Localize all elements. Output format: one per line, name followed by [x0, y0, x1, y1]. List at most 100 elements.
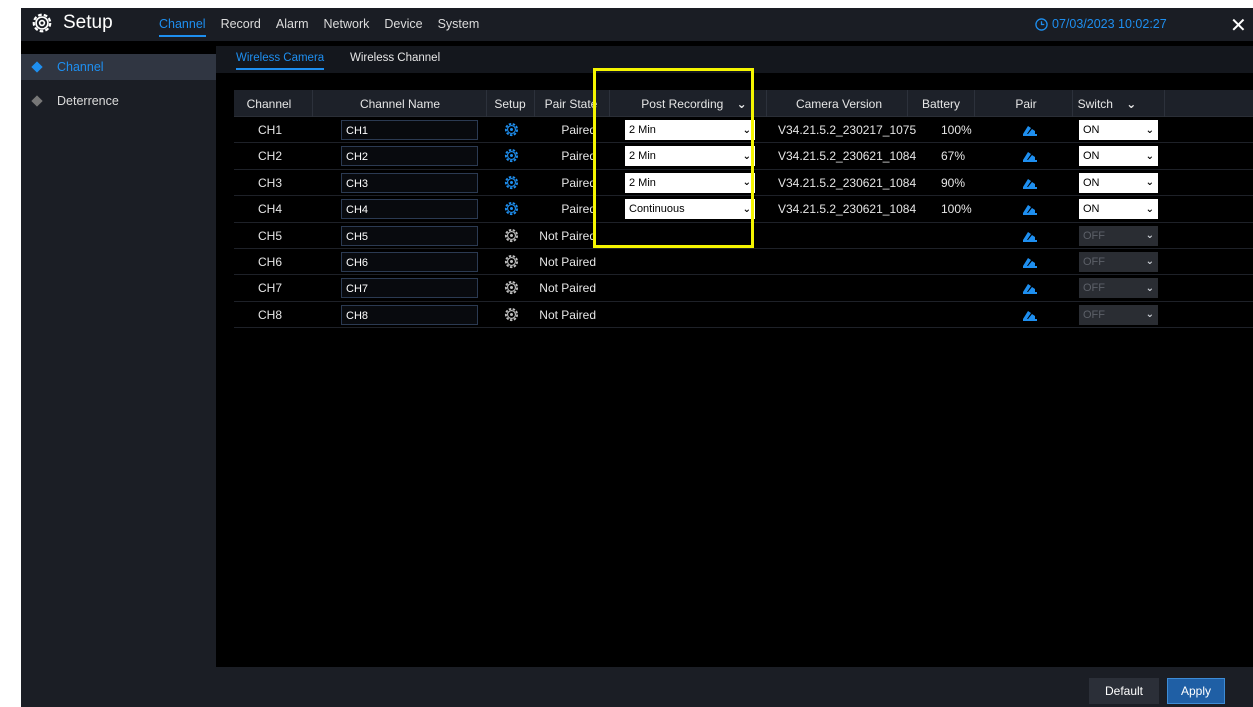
- channel-name-input[interactable]: CH2: [341, 146, 478, 167]
- camera-pair-icon[interactable]: [1022, 149, 1038, 163]
- top-nav: Channel Record Alarm Network Device System: [159, 17, 494, 37]
- camera-pair-icon[interactable]: [1022, 176, 1038, 189]
- column-divider: [486, 90, 487, 117]
- sidebar-item-label: Deterrence: [57, 94, 119, 108]
- column-divider: [766, 90, 767, 117]
- channel-name-input[interactable]: CH1: [341, 120, 478, 140]
- tab-wireless-camera[interactable]: Wireless Camera: [236, 52, 325, 70]
- battery-cell: 67%: [941, 149, 966, 164]
- column-header-label: Camera Version: [795, 97, 883, 111]
- camera-pair-icon[interactable]: [1022, 123, 1038, 136]
- post-recording-dropdown[interactable]: 2 Min ⌄: [625, 120, 755, 140]
- switch-dropdown: OFF ⌄: [1079, 278, 1158, 299]
- switch-dropdown[interactable]: ON ⌄: [1079, 199, 1158, 220]
- post-recording-dropdown[interactable]: 2 Min ⌄: [625, 146, 755, 167]
- chevron-down-icon: ⌄: [1122, 97, 1137, 111]
- channel-name-input[interactable]: CH7: [341, 278, 478, 299]
- close-icon[interactable]: ✕: [1230, 13, 1247, 38]
- column-header-label: Switch: [1077, 97, 1113, 111]
- tab-wireless-channel[interactable]: Wireless Channel: [350, 52, 440, 64]
- apply-button[interactable]: Apply: [1167, 678, 1225, 704]
- chevron-down-icon: ⌄: [1145, 124, 1154, 136]
- pair-state-cell: Paired: [561, 123, 596, 137]
- table-row: CH1 CH1 Paired 2 Min ⌄ V34.21.5.2_230217_1075…: [234, 117, 1253, 144]
- setup-gear-icon[interactable]: [504, 280, 519, 295]
- post-recording-value: 2 Min: [629, 124, 656, 136]
- column-header-channel: Channel: [209, 97, 329, 111]
- nav-tab-system[interactable]: System: [438, 17, 480, 37]
- chevron-down-icon: ⌄: [1145, 256, 1154, 268]
- chevron-down-icon: ⌄: [742, 177, 751, 189]
- sidebar-item-channel[interactable]: Channel: [21, 54, 216, 80]
- setup-gear-icon[interactable]: [504, 307, 519, 322]
- column-header-label: Battery: [921, 97, 960, 111]
- table-header: Channel Channel Name Setup Pair State Post R…: [234, 90, 1253, 117]
- switch-dropdown: OFF ⌄: [1079, 251, 1158, 272]
- column-header-label: Channel: [246, 97, 292, 111]
- camera-version-cell: V34.21.5.2_230621_1084: [778, 175, 917, 190]
- datetime-display: 07/03/2023 10:02:27: [1035, 17, 1167, 31]
- switch-value: OFF: [1083, 229, 1105, 242]
- setup-gear-icon[interactable]: [504, 201, 519, 216]
- pair-state-cell: Paired: [561, 149, 596, 164]
- switch-dropdown[interactable]: ON ⌄: [1079, 120, 1158, 140]
- switch-value: ON: [1083, 176, 1100, 189]
- channel-name-input[interactable]: CH3: [341, 172, 478, 193]
- column-header-label: Post Recording: [641, 97, 724, 111]
- nav-tab-alarm[interactable]: Alarm: [276, 17, 309, 37]
- column-header-post-recording[interactable]: Post Recording ⌄: [634, 97, 754, 111]
- camera-version-cell: V34.21.5.2_230217_1075: [778, 123, 917, 137]
- setup-gear-icon[interactable]: [504, 228, 519, 243]
- post-recording-dropdown[interactable]: 2 Min ⌄: [625, 172, 755, 193]
- wireless-camera-table: Channel Channel Name Setup Pair State Post R…: [234, 90, 1253, 329]
- switch-value: OFF: [1083, 282, 1105, 295]
- camera-pair-icon[interactable]: [1022, 281, 1038, 295]
- table-row: CH4 CH4 Paired Continuous ⌄ V34.21.5.2_230621…: [234, 196, 1253, 223]
- channel-name-input[interactable]: CH5: [341, 225, 478, 246]
- channel-name-input[interactable]: CH8: [341, 304, 478, 325]
- camera-pair-icon[interactable]: [1022, 255, 1038, 268]
- channel-cell: CH5: [258, 228, 283, 243]
- column-header-channel-name: Channel Name: [340, 97, 460, 111]
- camera-pair-icon[interactable]: [1022, 229, 1038, 242]
- pair-state-cell: Not Paired: [539, 281, 596, 296]
- setup-gear-icon[interactable]: [504, 122, 519, 137]
- switch-dropdown: OFF ⌄: [1079, 225, 1158, 246]
- channel-cell: CH8: [258, 307, 283, 322]
- nav-tab-record[interactable]: Record: [221, 17, 261, 37]
- chevron-down-icon: ⌄: [742, 203, 751, 215]
- column-header-label: Pair: [1015, 97, 1037, 111]
- table-row: CH3 CH3 Paired 2 Min ⌄ V34.21.5.2_230621_1084…: [234, 170, 1253, 197]
- switch-value: OFF: [1083, 255, 1105, 268]
- chevron-down-icon: ⌄: [1145, 230, 1154, 242]
- setup-gear-icon[interactable]: [504, 175, 519, 190]
- pair-state-cell: Paired: [561, 202, 596, 217]
- nav-tab-channel[interactable]: Channel: [159, 17, 206, 37]
- default-button[interactable]: Default: [1089, 678, 1159, 704]
- post-recording-value: 2 Min: [629, 176, 656, 189]
- sidebar-item-deterrence[interactable]: Deterrence: [21, 88, 216, 114]
- table-row: CH7 CH7 Not Paired OFF ⌄: [234, 275, 1253, 302]
- switch-dropdown[interactable]: ON ⌄: [1079, 146, 1158, 167]
- camera-pair-icon[interactable]: [1022, 308, 1038, 321]
- nav-tab-device[interactable]: Device: [384, 17, 422, 37]
- channel-name-input[interactable]: CH4: [341, 199, 478, 220]
- battery-cell: 100%: [941, 202, 972, 217]
- column-divider: [907, 90, 908, 117]
- nav-tab-network[interactable]: Network: [324, 17, 370, 37]
- switch-dropdown[interactable]: ON ⌄: [1079, 172, 1158, 193]
- post-recording-value: Continuous: [629, 203, 685, 216]
- setup-gear-icon[interactable]: [504, 148, 519, 163]
- setup-gear-icon[interactable]: [504, 254, 519, 269]
- column-divider: [974, 90, 975, 117]
- post-recording-dropdown[interactable]: Continuous ⌄: [625, 199, 755, 220]
- column-header-switch[interactable]: Switch ⌄: [1047, 97, 1167, 111]
- column-divider: [1072, 90, 1073, 117]
- table-row: CH6 CH6 Not Paired OFF ⌄: [234, 249, 1253, 276]
- channel-name-input[interactable]: CH6: [341, 251, 478, 272]
- chevron-down-icon: ⌄: [1145, 203, 1154, 215]
- pair-state-cell: Not Paired: [539, 254, 596, 269]
- chevron-down-icon: ⌄: [733, 97, 747, 111]
- camera-pair-icon[interactable]: [1022, 202, 1038, 216]
- battery-cell: 90%: [941, 175, 966, 190]
